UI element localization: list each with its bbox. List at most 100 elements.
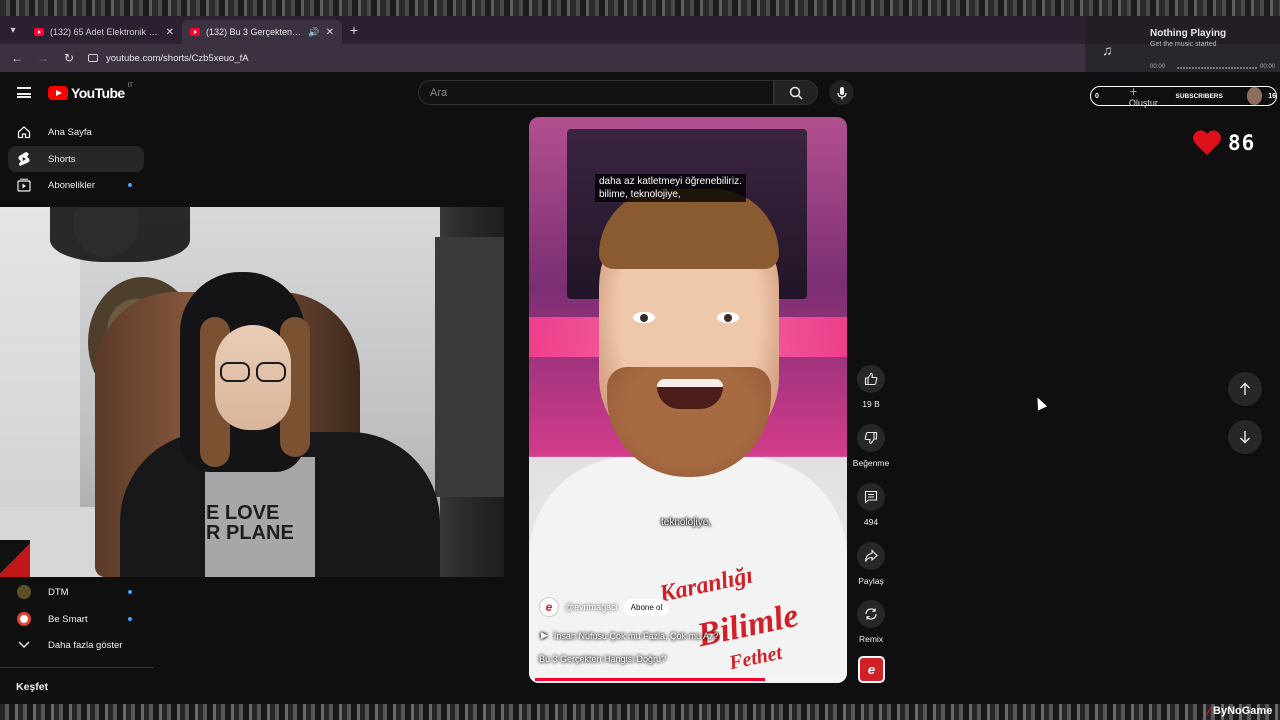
share-icon: [857, 542, 885, 570]
tab-search-icon[interactable]: ▾: [0, 16, 26, 44]
sound-tile[interactable]: e: [858, 656, 885, 683]
url-field[interactable]: youtube.com/shorts/Czb5xeuo_fA: [88, 53, 249, 64]
sidebar-item-subscriptions[interactable]: Abonelikler: [8, 172, 144, 198]
share-button[interactable]: Paylaş: [850, 542, 892, 586]
related-video-link[interactable]: ▶ İnsan Nüfusu Çok mu Fazla, Çok mu Az?: [541, 630, 719, 641]
tab-title: (132) Bu 3 Gerçekten Hangi: [206, 27, 302, 37]
browser-tab-active[interactable]: (132) Bu 3 Gerçekten Hangi 🔊 ✕: [182, 20, 342, 44]
dislike-button[interactable]: Beğenme: [850, 424, 892, 468]
like-icon: [857, 365, 885, 393]
watermark-text: ByNoGame: [1213, 705, 1273, 717]
channel-handle[interactable]: @evrimagaci: [565, 602, 618, 612]
shorts-icon: [16, 151, 32, 167]
sidebar-item-label: Ana Sayfa: [48, 126, 92, 138]
dislike-icon: [857, 424, 885, 452]
remix-button[interactable]: Remix: [850, 600, 892, 644]
home-icon: [16, 124, 32, 140]
search-input[interactable]: [430, 86, 773, 99]
related-video-title: İnsan Nüfusu Çok mu Fazla, Çok mu Az?: [553, 630, 719, 641]
stream-overlay-pill: 0 ＋ Oluştur SUBSCRIBERS 16: [1090, 85, 1277, 108]
streamer-webcam: E LOVE R PLANE: [0, 207, 504, 577]
streamer-watermark: ⁄ ByNoGame: [1208, 704, 1272, 718]
new-content-dot: [128, 590, 132, 594]
reload-icon[interactable]: ↻: [62, 51, 76, 65]
show-more-button[interactable]: Daha fazla göster: [8, 632, 144, 658]
forward-arrow-icon[interactable]: →: [36, 51, 50, 65]
browser-tab[interactable]: (132) 65 Adet Elektronik Sigara ✕: [26, 20, 182, 44]
sidebar-section-heading: Keşfet: [16, 681, 49, 693]
webcam-shirt-text: E LOVE R PLANE: [206, 503, 316, 543]
close-tab-icon[interactable]: ✕: [326, 27, 334, 38]
music-title: Nothing Playing: [1150, 28, 1227, 39]
url-text: youtube.com/shorts/Czb5xeuo_fA: [106, 52, 249, 64]
channel-avatar[interactable]: e: [539, 597, 559, 617]
comment-count: 494: [863, 517, 879, 527]
music-time-end: 00:00: [1260, 64, 1276, 70]
audio-playing-icon[interactable]: 🔊: [308, 27, 319, 38]
youtube-masthead: YouTube IT 0 ＋ Oluştur SUBSCRIBERS 16: [0, 72, 1280, 112]
music-time-start: 00:00: [1150, 64, 1166, 70]
youtube-logo[interactable]: YouTube IT: [48, 83, 133, 101]
comments-button[interactable]: 494: [850, 483, 892, 527]
overlay-corner-decoration: [0, 540, 30, 577]
remix-icon: [857, 600, 885, 628]
sidebar-item-label: Abonelikler: [48, 179, 95, 191]
video-progress-fill: [535, 678, 765, 681]
logo-text: YouTube: [71, 85, 125, 101]
youtube-favicon-icon: [34, 28, 44, 36]
search-button[interactable]: [774, 80, 818, 105]
video-title[interactable]: Bu 3 Gerçekten Hangisi Doğru?: [539, 654, 666, 664]
subscribers-label: SUBSCRIBERS: [1175, 92, 1223, 100]
heart-counter: 86: [1192, 128, 1255, 158]
sidebar-item-home[interactable]: Ana Sayfa: [8, 119, 144, 145]
create-label: Oluştur: [1128, 97, 1158, 108]
site-info-icon[interactable]: [88, 54, 98, 62]
next-short-button[interactable]: [1228, 420, 1262, 454]
stream-frame-bottom: [0, 704, 1280, 720]
back-arrow-icon[interactable]: ←: [10, 51, 24, 65]
sidebar-channel-dtm[interactable]: DTM: [8, 579, 144, 605]
search-icon: [789, 86, 803, 100]
comment-icon: [857, 483, 885, 511]
create-button[interactable]: ＋ Oluştur: [1129, 85, 1164, 108]
dislike-label: Beğenme: [852, 458, 890, 468]
channel-info: e @evrimagaci Abone ol: [539, 597, 670, 617]
chevron-down-icon: [16, 637, 32, 653]
channel-avatar-icon: [16, 611, 32, 627]
share-label: Paylaş: [858, 576, 884, 586]
remix-label: Remix: [858, 634, 884, 644]
youtube-play-icon: [48, 86, 68, 100]
new-tab-button[interactable]: +: [342, 22, 366, 38]
music-subtitle: Get the music started: [1150, 41, 1217, 48]
like-button[interactable]: 19 B: [850, 365, 892, 409]
account-avatar[interactable]: [1246, 87, 1263, 105]
caption-line: bilime, teknolojiye,: [599, 189, 681, 200]
music-progress-bar: [1177, 67, 1257, 69]
sidebar-item-label: DTM: [48, 586, 69, 598]
stream-frame-top: [0, 0, 1280, 16]
sidebar-item-shorts[interactable]: Shorts: [8, 146, 144, 172]
voice-search-button[interactable]: [829, 80, 854, 105]
heart-icon: [1192, 128, 1222, 158]
subscribe-button[interactable]: Abone ol: [623, 598, 670, 616]
sidebar-item-label: Daha fazla göster: [48, 639, 123, 651]
sidebar-channel-be-smart[interactable]: Be Smart: [8, 606, 144, 632]
microphone-icon: [836, 86, 847, 99]
heart-count: 86: [1228, 131, 1256, 155]
channel-avatar-icon: [16, 584, 32, 600]
new-content-dot: [128, 183, 132, 187]
youtube-favicon-icon: [190, 28, 200, 36]
video-caption-mid: teknolojiye,: [661, 517, 712, 528]
menu-icon[interactable]: [17, 87, 31, 98]
like-count: 19 B: [862, 399, 880, 409]
shorts-video-player[interactable]: Karanlığı Bilimle Fethet daha az katletm…: [529, 117, 847, 683]
watermark-logo-icon: ⁄: [1208, 704, 1211, 718]
video-progress-bar[interactable]: [535, 678, 841, 681]
close-tab-icon[interactable]: ✕: [166, 27, 174, 38]
sidebar-divider: [0, 667, 154, 668]
overlay-right-count: 16: [1268, 92, 1276, 100]
previous-short-button[interactable]: [1228, 372, 1262, 406]
sidebar-item-label: Be Smart: [48, 613, 88, 625]
music-widget: ♫ Nothing Playing Get the music started …: [1085, 16, 1280, 76]
subscriptions-icon: [16, 177, 32, 193]
